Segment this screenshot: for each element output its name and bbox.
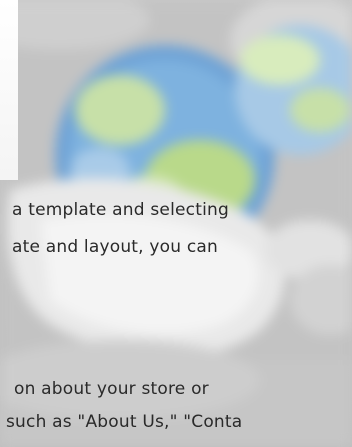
article-line: a template and selecting — [12, 200, 229, 220]
content-viewport: a template and selecting ate and layout,… — [0, 0, 352, 447]
article-line: ate and layout, you can — [12, 237, 218, 257]
article-line: such as "About Us," "Conta — [6, 412, 243, 432]
article-text: a template and selecting ate and layout,… — [0, 0, 352, 447]
article-line: on about your store or — [14, 379, 209, 399]
